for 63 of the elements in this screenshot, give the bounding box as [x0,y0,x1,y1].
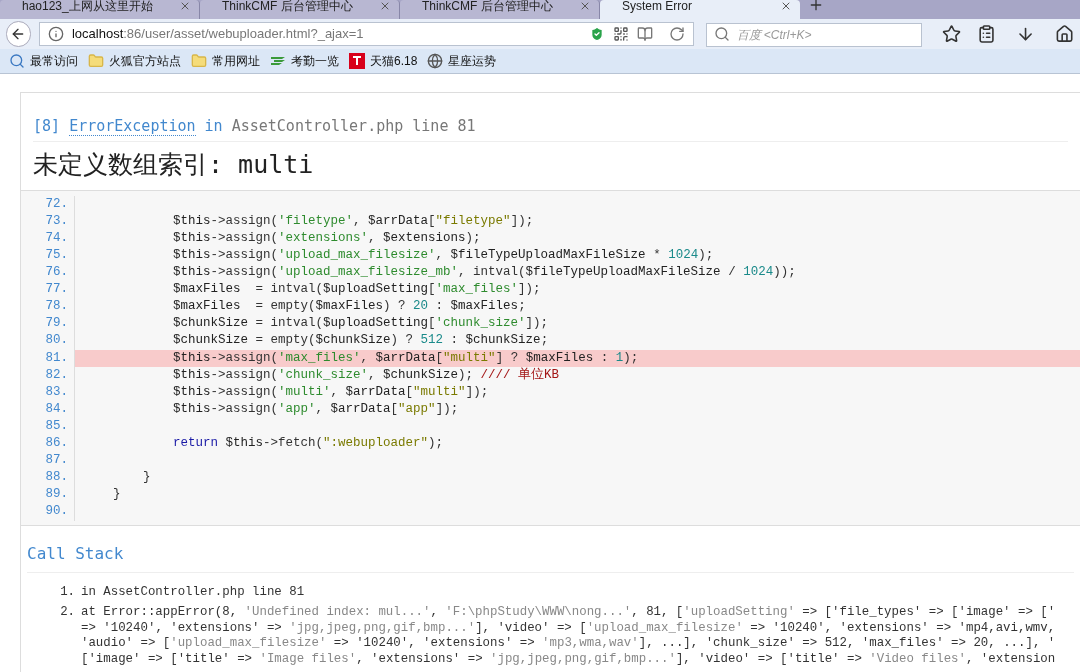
shield-icon[interactable] [588,26,605,43]
bookmark-link[interactable]: 天猫6.18 [370,51,418,70]
error-message: 未定义数组索引: multi [33,149,315,182]
code-line: $this->assign('chunk_size', $chunkSize); //// 单位KB [172,366,560,384]
bookmark-star-icon[interactable] [941,24,961,45]
code-line: } [112,486,121,504]
code-line: $this->assign('app', $arrData["app"]); [172,400,459,418]
error-heading: [8] ErrorException in AssetController.php line 81 [33,114,1068,143]
code-line: return $this->fetch(":webuploader"); [172,435,444,453]
tab-title: System Error [622,0,692,12]
browser-tab[interactable]: ThinkCMF 后台管理中心 [200,0,400,19]
bookmark-link[interactable]: 常用网址 [212,51,260,70]
info-icon [47,26,64,43]
stack-trace-line: in AssetController.php line 81 [81,584,305,600]
tab-title: ThinkCMF 后台管理中心 [222,0,353,12]
stack-trace-line: => '10240', 'extensions' => 'jpg,jpeg,png,gif,bmp...'], 'video' => ['upload_max_filesize' => '10240', 'extensions' => 'mp4,avi,wmv, [81,620,1056,636]
tmall-icon [349,52,365,69]
bookmark-link[interactable]: 最常访问 [30,51,78,70]
stack-trace-line: at Error::appError(8, 'Undefined index: mul...', 'F:\phpStudy\WWW\nong...', 81, ['uploadSetting' => ['file_types' => ['image' => [' [81,605,1056,621]
code-line: $this->assign('upload_max_filesize', $fileTypeUploadMaxFileSize * 1024); [172,247,714,264]
globe-icon [427,52,444,69]
stack-trace-line: 'audio' => ['upload_max_filesize' => '10240', 'extensions' => 'mp3,wma,wav'], ...], 'chunk_size' => 512, 'max_files' => 20, ...], ' [81,636,1056,652]
code-line: $chunkSize = empty($chunkSize) ? 512 : $chunkSize; [172,332,549,350]
book-icon[interactable] [636,26,653,43]
code-line: $maxFiles = empty($maxFiles) ? 20 : $maxFiles; [172,298,526,316]
stack-number: 1. [59,584,76,600]
code-line: $this->assign('multi', $arrData["multi"]); [172,383,489,401]
back-button[interactable] [6,21,31,48]
browser-tab[interactable]: hao123_上网从这里开始 [0,0,200,19]
code-line: $this->assign('extensions', $extensions); [172,229,481,247]
code-line: $this->assign('max_files', $arrData["multi"] ? $maxFiles : 1); [172,349,639,367]
folder-icon [191,52,207,69]
close-icon[interactable] [379,0,391,12]
call-stack-heading: Call Stack [27,541,1074,573]
code-line: $this->assign('upload_max_filesize_mb', intval($fileTypeUploadMaxFileSize / 1024)); [172,264,796,282]
url-text: localhost:86/user/asset/webuploader.html?_ajax=1 [71,25,365,44]
stack-trace-line: ['image' => ['title' => 'Image files', 'extensions' => 'jpg,jpeg,png,gif,bmp...'], 'video' => ['title' => 'Video files', 'extension [81,651,1056,667]
browser-tab[interactable]: System Error [600,0,800,19]
qr-code-icon[interactable] [612,26,629,43]
stack-number: 2. [59,605,76,621]
reload-icon[interactable] [668,26,685,43]
address-bar[interactable]: localhost:86/user/asset/webuploader.html?_ajax=1 [38,22,694,47]
search-field[interactable]: 百度 <Ctrl+K> [705,22,922,47]
bookmark-link[interactable]: 星座运势 [448,51,497,70]
code-line: $this->assign('filetype', $arrData["filetype"]); [172,212,534,230]
clipboard-icon[interactable] [976,24,996,45]
folder-icon [88,52,104,69]
home-icon[interactable] [1054,24,1074,45]
browser-tab[interactable]: ThinkCMF 后台管理中心 [400,0,600,19]
code-line: } [142,469,151,487]
code-line: $maxFiles = intval($uploadSetting['max_files']); [172,281,541,299]
close-icon[interactable] [780,0,792,12]
bookmark-link[interactable]: 考勤一览 [291,51,339,70]
code-line: $chunkSize = intval($uploadSetting['chunk_size']); [172,315,549,333]
search-icon [9,52,25,69]
new-tab-icon[interactable] [808,0,824,13]
tab-title: ThinkCMF 后台管理中心 [422,0,553,12]
bookmark-link[interactable]: 火狐官方站点 [109,51,181,70]
close-icon[interactable] [579,0,591,12]
search-icon [713,25,730,42]
tab-title: hao123_上网从这里开始 [22,0,153,12]
close-icon[interactable] [179,0,191,12]
stripes-icon [270,54,286,67]
